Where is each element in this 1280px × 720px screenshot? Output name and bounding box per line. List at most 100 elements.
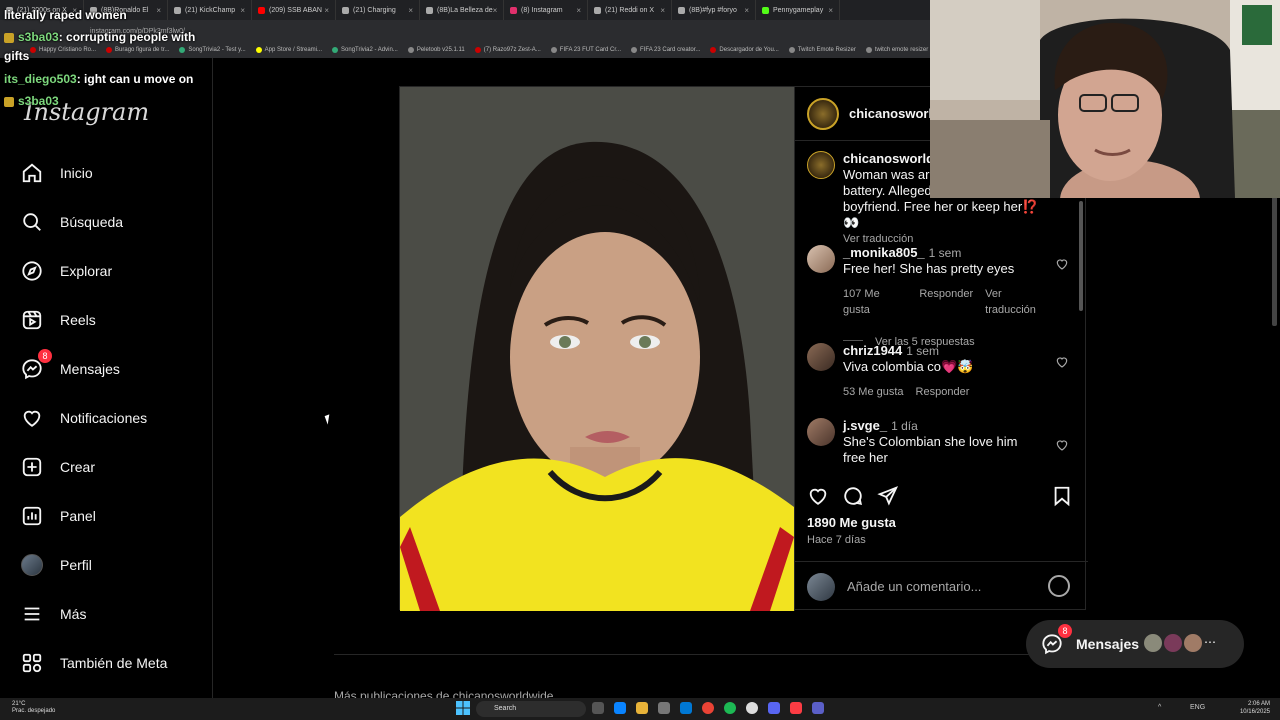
bookmark-label: App Store / Streami... <box>264 47 323 53</box>
like-heart-icon[interactable] <box>807 485 831 509</box>
windows-start-icon[interactable] <box>456 701 470 715</box>
post-photo[interactable] <box>400 87 794 611</box>
sidebar-item-mensajes[interactable]: 8 Mensajes <box>8 347 204 391</box>
close-tab-icon[interactable]: × <box>240 6 245 15</box>
bookmark-item[interactable]: (7) Razo97z Zest-A... <box>474 47 541 53</box>
weather-widget[interactable]: 21°C Prac. despejado <box>12 701 55 715</box>
temperature: 21°C <box>12 701 26 707</box>
bookmark-item[interactable]: Happy Cristiano Ro... <box>30 47 96 53</box>
like-comment-heart-icon[interactable] <box>1055 355 1069 369</box>
sidebar-item-panel[interactable]: Panel <box>8 494 204 538</box>
comment-avatar[interactable] <box>807 343 835 371</box>
language-indicator[interactable]: ENG <box>1190 704 1205 711</box>
sub-badge-icon <box>4 32 14 43</box>
teams-icon[interactable] <box>812 702 824 714</box>
like-count[interactable]: 1890 Me gusta <box>807 515 896 530</box>
browser-tab[interactable]: (8B)#fyp #foryo × <box>672 0 756 20</box>
task-view-icon[interactable] <box>592 702 604 714</box>
account-avatar[interactable] <box>807 97 839 130</box>
comment-username[interactable]: j.svge_ <box>843 418 887 433</box>
messages-pill-button[interactable]: 8 Mensajes ⋯ <box>1026 620 1244 668</box>
comment-avatar[interactable] <box>807 418 835 446</box>
bookmark-item[interactable]: Peletoob v25.1.11 <box>407 47 465 53</box>
see-translation-link[interactable]: Ver traducción <box>985 286 1053 318</box>
comment-likes[interactable]: 53 Me gusta <box>843 384 904 400</box>
music-icon[interactable] <box>790 702 802 714</box>
close-tab-icon[interactable]: × <box>493 6 498 15</box>
mail-icon[interactable] <box>680 702 692 714</box>
browser-tab[interactable]: Pennygameplay × <box>756 0 840 20</box>
emoji-icon[interactable] <box>1048 575 1070 597</box>
browser-tab[interactable]: (8B)La Belleza de × <box>420 0 504 20</box>
sidebar-item-perfil[interactable]: Perfil <box>8 543 204 587</box>
clock-time: 2:06 AM <box>1247 701 1270 707</box>
bookmark-item[interactable]: Burago figura de tr... <box>106 47 169 53</box>
comment-username[interactable]: chriz1944 <box>843 343 902 358</box>
close-tab-icon[interactable]: × <box>660 6 665 15</box>
discord-icon[interactable] <box>768 702 780 714</box>
bookmark-item[interactable]: App Store / Streami... <box>255 47 323 53</box>
close-tab-icon[interactable]: × <box>324 6 329 15</box>
browser-tab[interactable]: (21) Charging × <box>336 0 420 20</box>
chat-username: s3ba03 <box>18 30 59 44</box>
tab-favicon-icon <box>762 6 769 14</box>
comment-username[interactable]: _monika805_ <box>843 245 925 260</box>
caption-username[interactable]: chicanosworldw <box>843 151 944 166</box>
browser-tab[interactable]: (21) KickChamp × <box>168 0 252 20</box>
bookmark-item[interactable]: Twitch Emote Resizer <box>788 47 856 53</box>
taskbar-search[interactable]: Search <box>476 701 586 717</box>
bookmark-label: FIFA 23 FUT Card Cr... <box>559 47 622 53</box>
like-comment-heart-icon[interactable] <box>1055 257 1069 271</box>
sidebar-item-busqueda[interactable]: Búsqueda <box>8 200 204 244</box>
tab-title: (21) Reddi on X <box>605 6 655 14</box>
bookmark-item[interactable]: FIFA 23 FUT Card Cr... <box>550 47 622 53</box>
chrome-icon[interactable] <box>702 702 714 714</box>
close-tab-icon[interactable]: × <box>744 6 749 15</box>
browser-tab[interactable]: (8) Instagram × <box>504 0 588 20</box>
close-tab-icon[interactable]: × <box>828 6 833 15</box>
sidebar-item-tambien-de-meta[interactable]: También de Meta <box>8 641 204 685</box>
reply-link[interactable]: Responder <box>916 384 970 400</box>
close-tab-icon[interactable]: × <box>576 6 581 15</box>
spotify-icon[interactable] <box>724 702 736 714</box>
sidebar-item-explorar[interactable]: Explorar <box>8 249 204 293</box>
chat-username: s3ba03 <box>18 94 59 108</box>
sidebar-item-reels[interactable]: Reels <box>8 298 204 342</box>
share-icon[interactable] <box>877 485 901 509</box>
sidebar-item-inicio[interactable]: Inicio <box>8 151 204 195</box>
close-tab-icon[interactable]: × <box>408 6 413 15</box>
browser-tab[interactable]: (209) SSB ABAN × <box>252 0 336 20</box>
store-icon[interactable] <box>658 702 670 714</box>
tab-favicon-icon <box>510 6 517 14</box>
sidebar-item-notificaciones[interactable]: Notificaciones <box>8 396 204 440</box>
bookmark-item[interactable]: FIFA 23 Card creator... <box>631 47 700 53</box>
sidebar-item-crear[interactable]: Crear <box>8 445 204 489</box>
bookmark-icon[interactable] <box>1051 485 1075 509</box>
edge-icon[interactable] <box>614 702 626 714</box>
reply-link[interactable]: Responder <box>919 286 973 318</box>
caption-avatar[interactable] <box>807 151 835 179</box>
sidebar-item-mas[interactable]: Más <box>8 592 204 636</box>
system-clock[interactable]: 2:06 AM 10/16/2025 <box>1240 700 1270 716</box>
sidebar-item-label: Perfil <box>60 557 92 573</box>
bookmark-item[interactable]: SongTrivia2 - Advin... <box>332 47 398 53</box>
close-tab-icon[interactable]: × <box>156 6 161 15</box>
more-dots-icon[interactable]: ⋯ <box>1204 634 1222 652</box>
browser-tab[interactable]: (21) Reddi on X × <box>588 0 672 20</box>
bookmark-item[interactable]: Descargador de You... <box>710 47 779 53</box>
comment-input[interactable]: Añade un comentario... <box>847 579 981 594</box>
comments-scrollbar[interactable] <box>1079 201 1083 311</box>
comment-likes[interactable]: 107 Me gusta <box>843 286 907 318</box>
bookmark-label: SongTrivia2 - Advin... <box>341 47 398 53</box>
bookmark-favicon-icon <box>788 47 795 53</box>
comment-text: free her <box>843 450 888 465</box>
file-explorer-icon[interactable] <box>636 702 648 714</box>
like-comment-heart-icon[interactable] <box>1055 438 1069 452</box>
obs-icon[interactable] <box>746 702 758 714</box>
post-timestamp[interactable]: Hace 7 días <box>807 534 866 546</box>
tray-chevron-icon[interactable]: ^ <box>1158 704 1161 711</box>
comment-icon[interactable] <box>842 485 866 509</box>
comment-avatar[interactable] <box>807 245 835 273</box>
bookmark-item[interactable]: twitch emote resizer <box>865 47 928 53</box>
bookmark-item[interactable]: SongTrivia2 - Test y... <box>179 47 246 53</box>
